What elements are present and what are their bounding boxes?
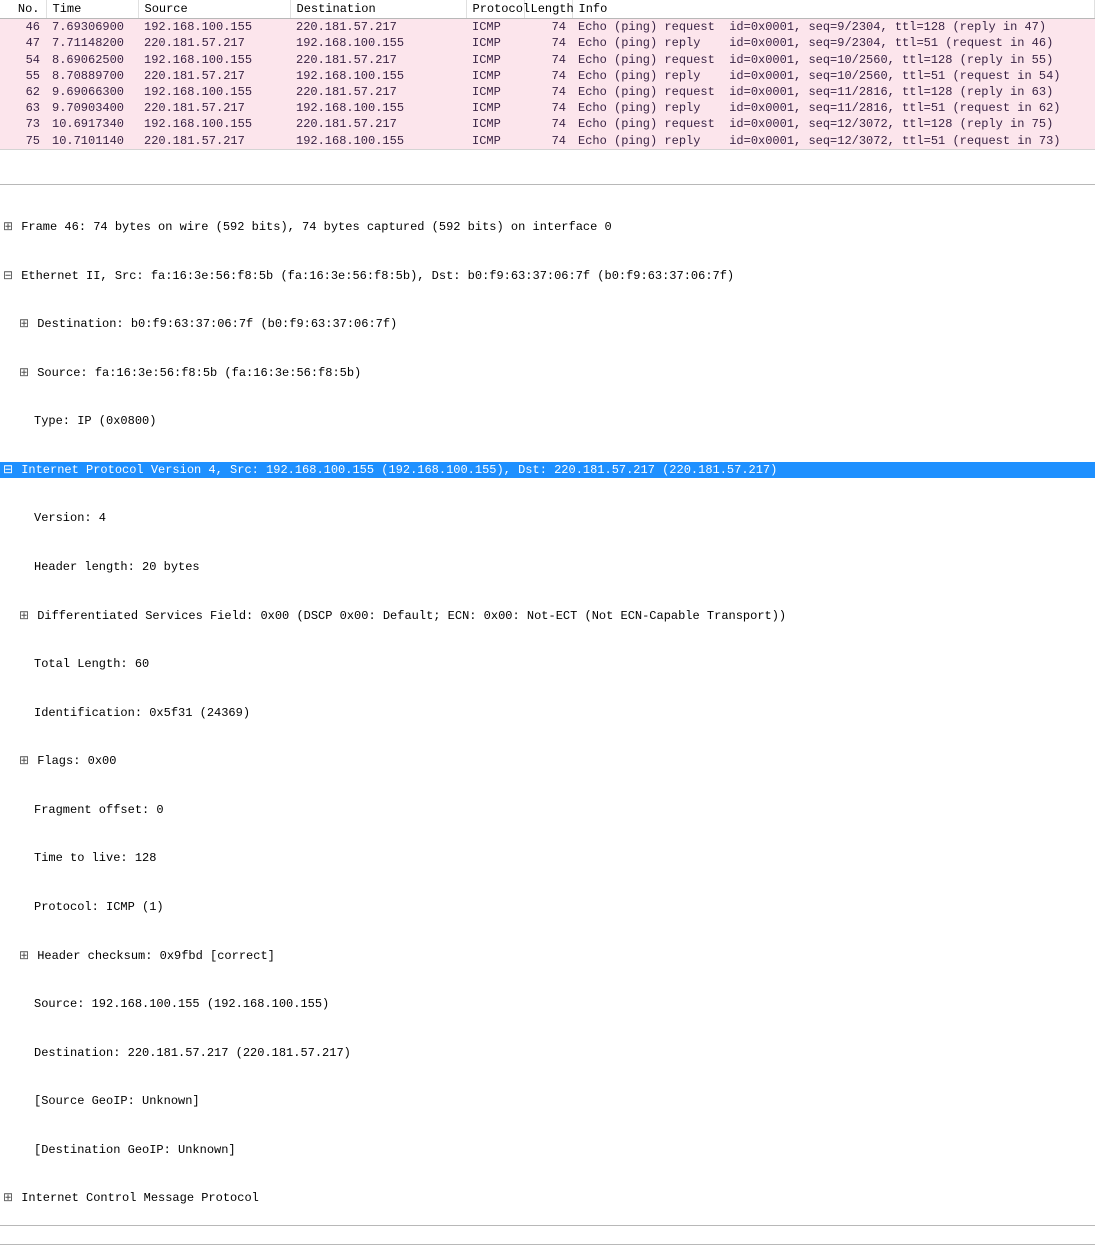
tree-ip-id[interactable]: Identification: 0x5f31 (24369) <box>0 705 1095 721</box>
tree-ip-ttl[interactable]: Time to live: 128 <box>0 850 1095 866</box>
tree-eth-type[interactable]: Type: IP (0x0800) <box>0 413 1095 429</box>
tree-icmp[interactable]: ⊞ Internet Control Message Protocol <box>0 1190 1095 1206</box>
tree-ip-sgeo[interactable]: [Source GeoIP: Unknown] <box>0 1093 1095 1109</box>
col-header-dst[interactable]: Destination <box>290 0 466 19</box>
tree-ip-foff[interactable]: Fragment offset: 0 <box>0 802 1095 818</box>
col-header-info[interactable]: Info <box>572 0 1095 19</box>
col-header-time[interactable]: Time <box>46 0 138 19</box>
tree-ip-proto[interactable]: Protocol: ICMP (1) <box>0 899 1095 915</box>
hex-dump[interactable]: 0000 b0 f9 63 37 06 7f fa 16 3e 56 f8 5b… <box>0 1245 1095 1246</box>
table-row[interactable]: 477.71148200220.181.57.217192.168.100.15… <box>0 35 1095 51</box>
tree-frame[interactable]: ⊞ Frame 46: 74 bytes on wire (592 bits),… <box>0 219 1095 235</box>
table-row[interactable]: 7510.7101140220.181.57.217192.168.100.15… <box>0 133 1095 149</box>
expand-icon[interactable]: ⊞ <box>18 753 30 769</box>
expand-icon[interactable]: ⊞ <box>18 948 30 964</box>
expand-icon[interactable]: ⊞ <box>18 608 30 624</box>
table-row[interactable]: 629.69066300192.168.100.155220.181.57.21… <box>0 84 1095 100</box>
table-row[interactable]: 558.70889700220.181.57.217192.168.100.15… <box>0 68 1095 84</box>
col-header-no[interactable]: No. <box>0 0 46 19</box>
tree-ip[interactable]: ⊟ Internet Protocol Version 4, Src: 192.… <box>0 462 1095 478</box>
tree-ip-dst[interactable]: Destination: 220.181.57.217 (220.181.57.… <box>0 1045 1095 1061</box>
table-row[interactable]: 467.69306900192.168.100.155220.181.57.21… <box>0 19 1095 36</box>
tree-ip-src[interactable]: Source: 192.168.100.155 (192.168.100.155… <box>0 996 1095 1012</box>
tree-ip-hlen[interactable]: Header length: 20 bytes <box>0 559 1095 575</box>
col-header-proto[interactable]: Protocol <box>466 0 524 19</box>
tree-ip-dsf[interactable]: ⊞ Differentiated Services Field: 0x00 (D… <box>0 608 1095 624</box>
tree-ip-dgeo[interactable]: [Destination GeoIP: Unknown] <box>0 1142 1095 1158</box>
collapse-icon[interactable]: ⊟ <box>2 462 14 478</box>
tree-ip-tlen[interactable]: Total Length: 60 <box>0 656 1095 672</box>
col-header-src[interactable]: Source <box>138 0 290 19</box>
table-row[interactable]: 639.70903400220.181.57.217192.168.100.15… <box>0 100 1095 116</box>
tree-eth-src[interactable]: ⊞ Source: fa:16:3e:56:f8:5b (fa:16:3e:56… <box>0 365 1095 381</box>
tree-ethernet[interactable]: ⊟ Ethernet II, Src: fa:16:3e:56:f8:5b (f… <box>0 268 1095 284</box>
tree-eth-dst[interactable]: ⊞ Destination: b0:f9:63:37:06:7f (b0:f9:… <box>0 316 1095 332</box>
protocol-tree[interactable]: ⊞ Frame 46: 74 bytes on wire (592 bits),… <box>0 185 1095 1225</box>
packet-list-table: No. Time Source Destination Protocol Len… <box>0 0 1095 149</box>
table-row[interactable]: 548.69062500192.168.100.155220.181.57.21… <box>0 52 1095 68</box>
tree-ip-flags[interactable]: ⊞ Flags: 0x00 <box>0 753 1095 769</box>
expand-icon[interactable]: ⊞ <box>18 365 30 381</box>
expand-icon[interactable]: ⊞ <box>2 219 14 235</box>
tree-ip-version[interactable]: Version: 4 <box>0 510 1095 526</box>
expand-icon[interactable]: ⊞ <box>2 1190 14 1206</box>
expand-icon[interactable]: ⊞ <box>18 316 30 332</box>
col-header-len[interactable]: Length <box>524 0 572 19</box>
packet-list-header[interactable]: No. Time Source Destination Protocol Len… <box>0 0 1095 19</box>
tree-ip-chk[interactable]: ⊞ Header checksum: 0x9fbd [correct] <box>0 948 1095 964</box>
collapse-icon[interactable]: ⊟ <box>2 268 14 284</box>
table-row[interactable]: 7310.6917340192.168.100.155220.181.57.21… <box>0 116 1095 132</box>
